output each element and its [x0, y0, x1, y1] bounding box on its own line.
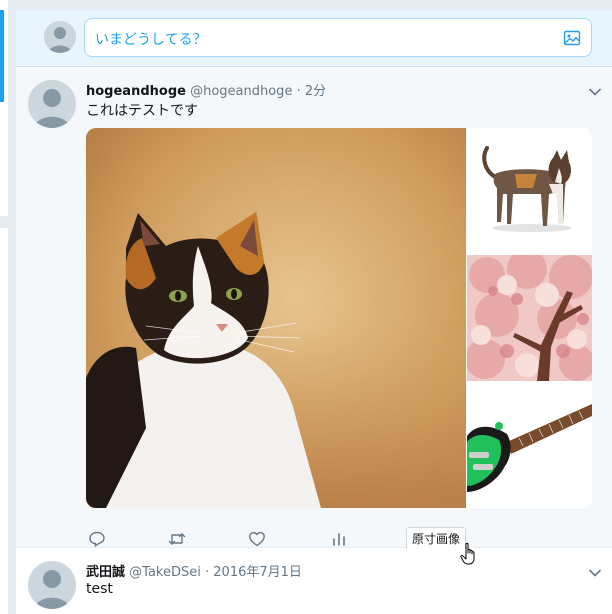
- original-size-button[interactable]: 原寸画像: [406, 527, 467, 551]
- heart-icon[interactable]: [248, 530, 268, 550]
- screen-name[interactable]: @TakeDSei: [129, 565, 201, 580]
- tweet[interactable]: hogeandhoge @hogeandhoge · 2分 これはテストです 原…: [16, 68, 612, 551]
- timestamp[interactable]: 2016年7月1日: [213, 565, 302, 580]
- analytics-icon[interactable]: [330, 530, 350, 550]
- calico-cat-photo[interactable]: [86, 128, 466, 508]
- left-column-gap: [0, 216, 8, 228]
- screen-name[interactable]: @hogeandhoge: [190, 84, 292, 99]
- default-avatar-icon: [28, 561, 76, 609]
- compose-placeholder: いまどうしてる？: [95, 32, 207, 48]
- reply-icon[interactable]: [88, 530, 108, 550]
- timeline: いまどうしてる？ hogeandhoge @hogeandhoge · 2分 こ…: [16, 10, 612, 614]
- cherry-blossom-photo[interactable]: [467, 255, 592, 381]
- compose-input[interactable]: いまどうしてる？: [84, 18, 592, 57]
- tweet-text: これはテストです: [86, 103, 198, 119]
- left-accent-bar: [0, 10, 4, 102]
- user-name[interactable]: 武田誠: [86, 565, 125, 580]
- chevron-down-icon[interactable]: [588, 82, 602, 96]
- user-name[interactable]: hogeandhoge: [86, 84, 186, 99]
- tweet-header: 武田誠 @TakeDSei · 2016年7月1日: [86, 561, 302, 580]
- default-avatar-icon: [28, 80, 76, 128]
- tweet[interactable]: 武田誠 @TakeDSei · 2016年7月1日 test: [16, 549, 612, 614]
- retweet-icon[interactable]: [168, 530, 188, 550]
- timestamp[interactable]: 2分: [305, 84, 326, 99]
- hand-cursor-icon: [460, 542, 478, 566]
- separator: ·: [296, 84, 301, 99]
- image-icon[interactable]: [563, 29, 581, 47]
- media-grid: [86, 128, 592, 508]
- chevron-down-icon[interactable]: [588, 563, 602, 577]
- default-avatar-icon: [44, 21, 76, 53]
- electric-guitar-photo[interactable]: [467, 382, 592, 508]
- compose-box: いまどうしてる？: [16, 10, 612, 67]
- avatar[interactable]: [44, 21, 76, 53]
- tweet-text: test: [86, 581, 113, 597]
- avatar[interactable]: [28, 80, 76, 128]
- standing-cat-photo[interactable]: [467, 128, 592, 254]
- avatar[interactable]: [28, 561, 76, 609]
- tweet-header: hogeandhoge @hogeandhoge · 2分: [86, 80, 326, 99]
- separator: ·: [205, 565, 210, 580]
